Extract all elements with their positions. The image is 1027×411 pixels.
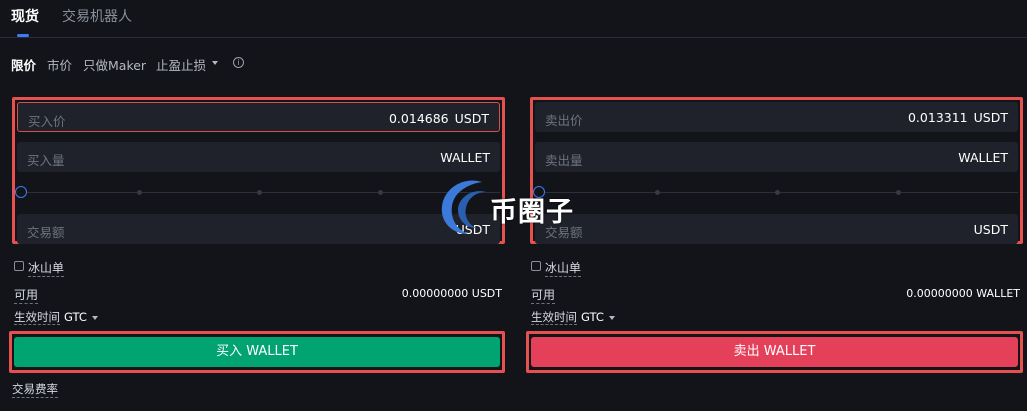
order-type-maker-only[interactable]: 只做Maker: [83, 55, 146, 74]
sell-total-input[interactable]: 交易额 USDT: [535, 214, 1018, 244]
slider-mark-25[interactable]: [655, 190, 660, 195]
buy-time-in-force[interactable]: 生效时间 GTC: [14, 309, 98, 325]
slider-mark-75[interactable]: [896, 190, 901, 195]
buy-available-value: 0.00000000 USDT: [401, 287, 502, 300]
sell-button-frame: 卖出 WALLET: [526, 331, 1023, 373]
checkbox-icon[interactable]: [14, 261, 24, 271]
slider-mark-75[interactable]: [378, 190, 383, 195]
fee-rate-link[interactable]: 交易费率: [12, 381, 58, 398]
buy-iceberg-label: 冰山单: [28, 261, 65, 277]
tab-spot[interactable]: 现货: [11, 8, 39, 26]
buy-input-panel: 买入价 0.014686 USDT 买入量 WALLET 交易额 USDT: [12, 97, 505, 244]
sell-amount-unit: WALLET: [958, 150, 1008, 165]
active-tab-indicator: [17, 34, 29, 37]
top-tabs: 现货 交易机器人: [0, 0, 1027, 38]
buy-amount-input[interactable]: 买入量 WALLET: [17, 142, 500, 172]
sell-time-in-force[interactable]: 生效时间 GTC: [531, 309, 615, 325]
buy-tif-label: 生效时间: [14, 310, 60, 325]
chevron-down-icon[interactable]: [91, 315, 98, 320]
buy-total-unit: USDT: [455, 222, 490, 237]
buy-total-label: 交易额: [27, 225, 65, 240]
sell-price-input[interactable]: 卖出价 0.013311 USDT: [535, 102, 1018, 132]
buy-price-unit: USDT: [454, 111, 489, 126]
chevron-down-icon[interactable]: [212, 61, 218, 65]
buy-amount-slider[interactable]: [15, 184, 500, 200]
tab-trading-bot[interactable]: 交易机器人: [62, 8, 132, 26]
order-type-limit[interactable]: 限价: [11, 55, 36, 74]
sell-iceberg-label: 冰山单: [545, 261, 582, 277]
sell-button[interactable]: 卖出 WALLET: [531, 337, 1018, 367]
chevron-down-icon[interactable]: [608, 315, 615, 320]
buy-amount-unit: WALLET: [440, 150, 490, 165]
buy-total-input[interactable]: 交易额 USDT: [17, 214, 500, 244]
buy-available-label: 可用: [14, 288, 39, 304]
buy-button-frame: 买入 WALLET: [9, 331, 505, 373]
sell-available-label: 可用: [531, 288, 556, 304]
sell-amount-input[interactable]: 卖出量 WALLET: [535, 142, 1018, 172]
order-type-stop-dropdown[interactable]: 止盈止损: [156, 55, 206, 74]
slider-handle[interactable]: [533, 186, 545, 198]
buy-amount-label: 买入量: [27, 153, 65, 168]
buy-price-label: 买入价: [28, 114, 66, 129]
sell-amount-slider[interactable]: [533, 184, 1018, 200]
sell-total-unit: USDT: [973, 222, 1008, 237]
sell-total-label: 交易额: [545, 225, 583, 240]
slider-handle[interactable]: [15, 186, 27, 198]
sell-price-value: 0.013311: [907, 110, 968, 125]
slider-mark-50[interactable]: [775, 190, 780, 195]
sell-price-unit: USDT: [973, 110, 1008, 125]
buy-price-input[interactable]: 买入价 0.014686 USDT: [17, 102, 500, 132]
buy-price-value: 0.014686: [388, 111, 449, 126]
sell-price-label: 卖出价: [545, 113, 583, 128]
sell-amount-label: 卖出量: [545, 153, 583, 168]
sell-tif-label: 生效时间: [531, 310, 577, 325]
sell-available-value: 0.00000000 WALLET: [906, 287, 1020, 300]
buy-button[interactable]: 买入 WALLET: [14, 337, 500, 367]
slider-mark-50[interactable]: [257, 190, 262, 195]
slider-mark-25[interactable]: [137, 190, 142, 195]
sell-input-panel: 卖出价 0.013311 USDT 卖出量 WALLET 交易额 USDT: [530, 97, 1023, 244]
sell-tif-value: GTC: [581, 310, 604, 324]
buy-tif-value: GTC: [64, 310, 87, 324]
order-type-market[interactable]: 市价: [47, 55, 72, 74]
checkbox-icon[interactable]: [531, 261, 541, 271]
info-icon[interactable]: i: [233, 57, 244, 68]
